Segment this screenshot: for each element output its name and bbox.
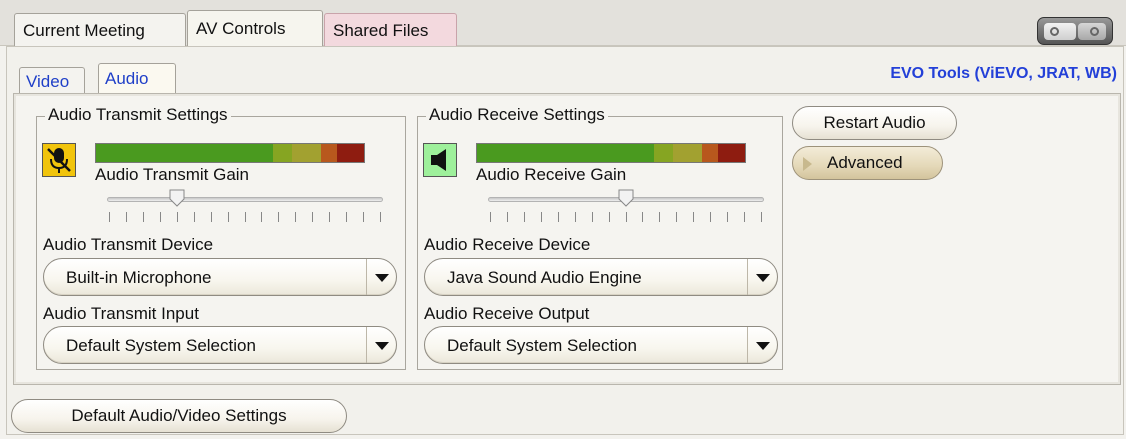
receive-gain-slider-thumb[interactable] bbox=[618, 189, 634, 207]
toggle-right-dot bbox=[1090, 27, 1099, 36]
audio-receive-output-value: Default System Selection bbox=[447, 336, 637, 355]
tab-av-controls[interactable]: AV Controls bbox=[187, 10, 323, 46]
slider-tick bbox=[261, 212, 262, 222]
slider-tick bbox=[761, 212, 762, 222]
chevron-down-icon bbox=[366, 327, 396, 363]
advanced-button-label: Advanced bbox=[827, 153, 903, 172]
audio-receive-device-select[interactable]: Java Sound Audio Engine bbox=[424, 258, 778, 296]
audio-receive-output-select[interactable]: Default System Selection bbox=[424, 326, 778, 364]
audio-receive-output-label: Audio Receive Output bbox=[424, 304, 590, 323]
slider-tick bbox=[245, 212, 246, 222]
audio-receive-group: Audio Receive Settings Audio Receive Gai… bbox=[417, 105, 783, 370]
slider-tick bbox=[727, 212, 728, 222]
slider-tick bbox=[160, 212, 161, 222]
slider-tick bbox=[659, 212, 660, 222]
slider-tick bbox=[278, 212, 279, 222]
transmit-gain-ticks bbox=[109, 212, 381, 222]
slider-tick bbox=[177, 212, 178, 222]
slider-tick bbox=[363, 212, 364, 222]
av-controls-panel: Video Audio EVO Tools (ViEVO, JRAT, WB) … bbox=[6, 46, 1124, 435]
tab-video[interactable]: Video bbox=[19, 67, 85, 93]
audio-receive-device-label: Audio Receive Device bbox=[424, 235, 591, 254]
triangle-right-icon bbox=[803, 157, 812, 171]
slider-tick bbox=[744, 212, 745, 222]
slider-tick bbox=[490, 212, 491, 222]
advanced-button[interactable]: Advanced bbox=[792, 146, 943, 180]
slider-tick bbox=[575, 212, 576, 222]
slider-tick bbox=[710, 212, 711, 222]
toggle-right-knob bbox=[1078, 23, 1106, 40]
tab-current-meeting[interactable]: Current Meeting bbox=[14, 13, 186, 46]
transmit-gain-slider-track[interactable] bbox=[107, 197, 383, 202]
slider-tick bbox=[312, 212, 313, 222]
chevron-down-icon bbox=[747, 259, 777, 295]
slider-tick bbox=[642, 212, 643, 222]
slider-tick bbox=[693, 212, 694, 222]
receive-gain-ticks bbox=[490, 212, 762, 222]
slider-tick bbox=[143, 212, 144, 222]
slider-tick bbox=[346, 212, 347, 222]
audio-transmit-gain-label: Audio Transmit Gain bbox=[95, 165, 250, 184]
microphone-glyph bbox=[47, 148, 71, 173]
receive-level-meter bbox=[476, 143, 746, 163]
slider-tick bbox=[228, 212, 229, 222]
slider-tick bbox=[380, 212, 381, 222]
slider-tick bbox=[592, 212, 593, 222]
chevron-down-icon bbox=[366, 259, 396, 295]
slider-tick bbox=[507, 212, 508, 222]
tab-audio[interactable]: Audio bbox=[98, 63, 176, 93]
speaker-icon[interactable] bbox=[423, 143, 457, 177]
restart-audio-button[interactable]: Restart Audio bbox=[792, 106, 957, 140]
slider-tick bbox=[295, 212, 296, 222]
slider-tick bbox=[329, 212, 330, 222]
slider-tick bbox=[109, 212, 110, 222]
speaker-glyph bbox=[431, 149, 446, 171]
slider-tick bbox=[194, 212, 195, 222]
audio-transmit-device-select[interactable]: Built-in Microphone bbox=[43, 258, 397, 296]
slider-tick bbox=[558, 212, 559, 222]
chevron-down-icon bbox=[747, 327, 777, 363]
transmit-gain-slider-thumb[interactable] bbox=[169, 189, 185, 207]
slider-tick bbox=[626, 212, 627, 222]
audio-transmit-input-label: Audio Transmit Input bbox=[43, 304, 199, 323]
audio-transmit-input-select[interactable]: Default System Selection bbox=[43, 326, 397, 364]
main-tab-bar: Current Meeting AV Controls Shared Files bbox=[0, 0, 1126, 46]
slider-tick bbox=[126, 212, 127, 222]
audio-receive-device-value: Java Sound Audio Engine bbox=[447, 268, 642, 287]
audio-transmit-device-label: Audio Transmit Device bbox=[43, 235, 214, 254]
slider-tick bbox=[524, 212, 525, 222]
audio-receive-group-title: Audio Receive Settings bbox=[426, 105, 608, 125]
slider-tick bbox=[676, 212, 677, 222]
tab-shared-files[interactable]: Shared Files bbox=[324, 13, 457, 46]
audio-receive-gain-label: Audio Receive Gain bbox=[476, 165, 627, 184]
audio-transmit-group-title: Audio Transmit Settings bbox=[45, 105, 231, 125]
evo-tools-link[interactable]: EVO Tools (ViEVO, JRAT, WB) bbox=[890, 65, 1117, 83]
transmit-level-meter bbox=[95, 143, 365, 163]
audio-transmit-device-value: Built-in Microphone bbox=[66, 268, 212, 287]
window-toggle-button[interactable] bbox=[1037, 17, 1113, 45]
slider-tick bbox=[609, 212, 610, 222]
audio-transmit-input-value: Default System Selection bbox=[66, 336, 256, 355]
slider-tick bbox=[211, 212, 212, 222]
microphone-muted-icon[interactable] bbox=[42, 143, 76, 177]
toggle-left-knob bbox=[1044, 23, 1076, 40]
slider-tick bbox=[541, 212, 542, 222]
default-audio-video-settings-button[interactable]: Default Audio/Video Settings bbox=[11, 399, 347, 433]
toggle-left-dot bbox=[1050, 27, 1059, 36]
audio-settings-pane: Audio Transmit Settings Audio Transmit G… bbox=[13, 93, 1121, 385]
audio-transmit-group: Audio Transmit Settings Audio Transmit G… bbox=[36, 105, 406, 370]
